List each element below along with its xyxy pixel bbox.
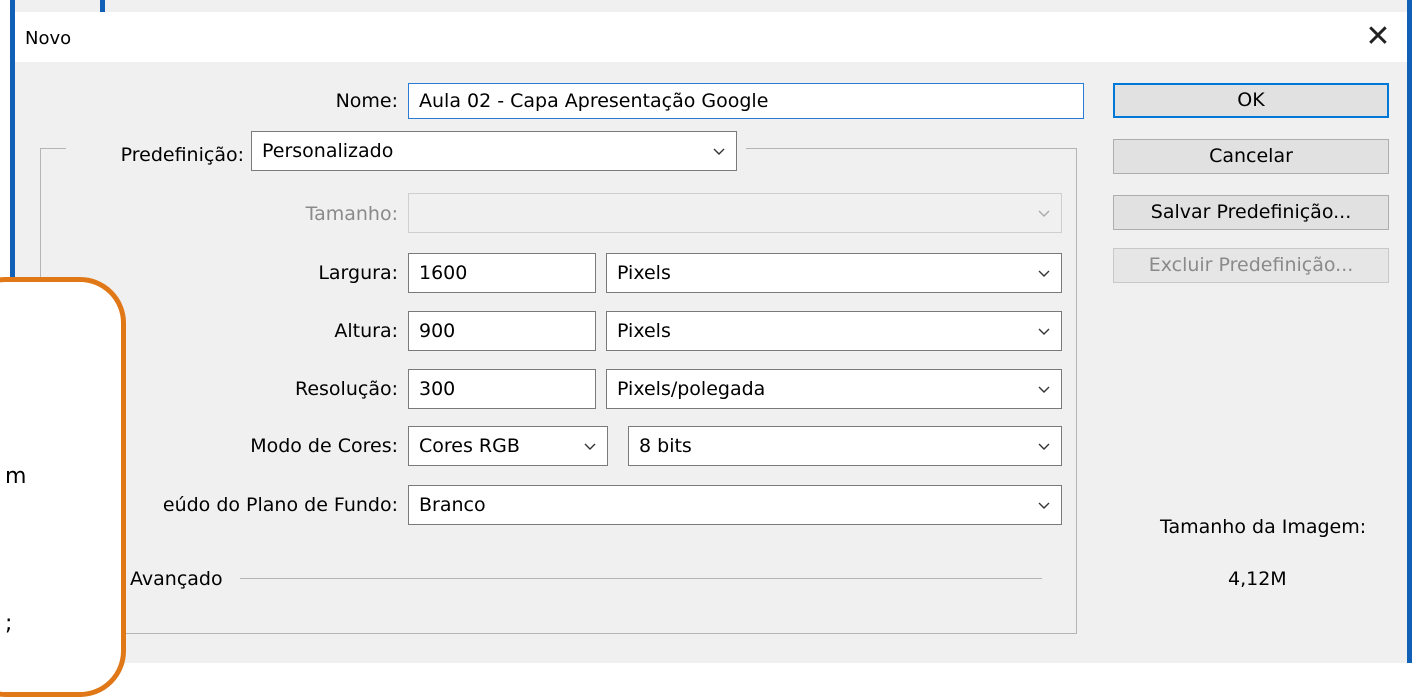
chevron-down-icon (1038, 386, 1050, 393)
resolucao-value: 300 (419, 378, 456, 400)
resolucao-unit-select[interactable]: Pixels/polegada (606, 369, 1062, 409)
close-icon[interactable]: ✕ (1361, 20, 1395, 54)
modo-label: Modo de Cores: (250, 435, 398, 457)
avancado-toggle[interactable]: Avançado (130, 568, 223, 590)
largura-unit-value: Pixels (617, 262, 671, 284)
fundo-value: Branco (419, 494, 486, 516)
ok-button[interactable]: OK (1113, 83, 1389, 118)
modo-value: Cores RGB (419, 435, 520, 457)
frame-edge (100, 0, 105, 12)
chevron-down-icon (584, 443, 596, 450)
predefinicao-select[interactable]: Personalizado (251, 131, 737, 171)
resolucao-unit-value: Pixels/polegada (617, 378, 766, 400)
resolucao-label: Resolução: (295, 378, 398, 400)
chevron-down-icon (1038, 210, 1050, 217)
tamanho-label: Tamanho: (305, 203, 398, 225)
save-preset-button[interactable]: Salvar Predefinição... (1113, 195, 1389, 230)
callout-text-fragment: m (5, 464, 27, 489)
modo-select[interactable]: Cores RGB (408, 426, 608, 466)
chevron-down-icon (1038, 502, 1050, 509)
altura-value: 900 (419, 320, 456, 342)
tamanho-select[interactable] (408, 193, 1062, 233)
callout-overlay: m ; (0, 277, 126, 697)
chevron-down-icon (713, 148, 725, 155)
fundo-select[interactable]: Branco (408, 485, 1062, 525)
chevron-down-icon (1038, 443, 1050, 450)
callout-text-fragment: ; (5, 611, 13, 636)
largura-input[interactable]: 1600 (408, 253, 596, 293)
avancado-divider (240, 578, 1042, 579)
bits-select[interactable]: 8 bits (628, 426, 1062, 466)
resolucao-input[interactable]: 300 (408, 369, 596, 409)
largura-unit-select[interactable]: Pixels (606, 253, 1062, 293)
predefinicao-value: Personalizado (262, 140, 394, 162)
altura-unit-value: Pixels (617, 320, 671, 342)
delete-preset-button[interactable]: Excluir Predefinição... (1113, 248, 1389, 283)
altura-label: Altura: (334, 320, 398, 342)
fundo-label: eúdo do Plano de Fundo: (162, 494, 398, 516)
largura-value: 1600 (419, 262, 468, 284)
chevron-down-icon (1038, 270, 1050, 277)
altura-unit-select[interactable]: Pixels (606, 311, 1062, 351)
image-size-label: Tamanho da Imagem: (1160, 516, 1367, 538)
predefinicao-label: Predefinição: (120, 144, 244, 166)
title-bar: Novo ✕ (15, 12, 1407, 62)
image-size-value: 4,12M (1228, 568, 1287, 590)
bits-value: 8 bits (639, 435, 692, 457)
nome-value: Aula 02 - Capa Apresentação Google (419, 90, 769, 112)
largura-label: Largura: (318, 262, 398, 284)
chevron-down-icon (1038, 328, 1050, 335)
window-title: Novo (25, 28, 72, 49)
nome-label: Nome: (335, 90, 398, 112)
altura-input[interactable]: 900 (408, 311, 596, 351)
nome-input[interactable]: Aula 02 - Capa Apresentação Google (408, 83, 1084, 119)
cancel-button[interactable]: Cancelar (1113, 139, 1389, 174)
